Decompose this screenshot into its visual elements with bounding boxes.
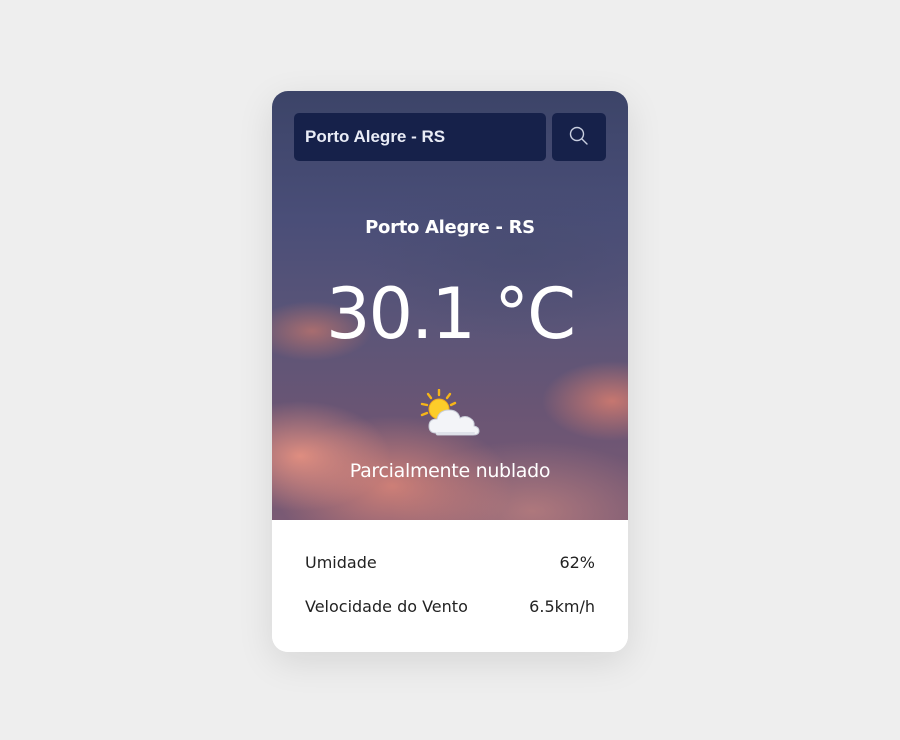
wind-speed-row: Velocidade do Vento 6.5km/h bbox=[305, 597, 595, 621]
humidity-value: 62% bbox=[559, 553, 595, 572]
city-search-input[interactable] bbox=[294, 113, 546, 161]
partly-cloudy-icon bbox=[420, 389, 480, 436]
humidity-row: Umidade 62% bbox=[305, 553, 595, 577]
wind-speed-label: Velocidade do Vento bbox=[305, 597, 468, 616]
city-name: Porto Alegre - RS bbox=[365, 217, 535, 238]
weather-card: Porto Alegre - RS 30.1 °C Parcialmente n… bbox=[272, 91, 628, 652]
weather-hero: Porto Alegre - RS 30.1 °C Parcialmente n… bbox=[272, 91, 628, 520]
search-icon bbox=[569, 126, 588, 145]
humidity-label: Umidade bbox=[305, 553, 377, 572]
temperature-value: 30.1 °C bbox=[326, 273, 576, 355]
search-button[interactable] bbox=[552, 113, 606, 161]
weather-details: Umidade 62% Velocidade do Vento 6.5km/h bbox=[272, 520, 628, 652]
weather-condition: Parcialmente nublado bbox=[349, 460, 551, 482]
wind-speed-value: 6.5km/h bbox=[529, 597, 595, 616]
